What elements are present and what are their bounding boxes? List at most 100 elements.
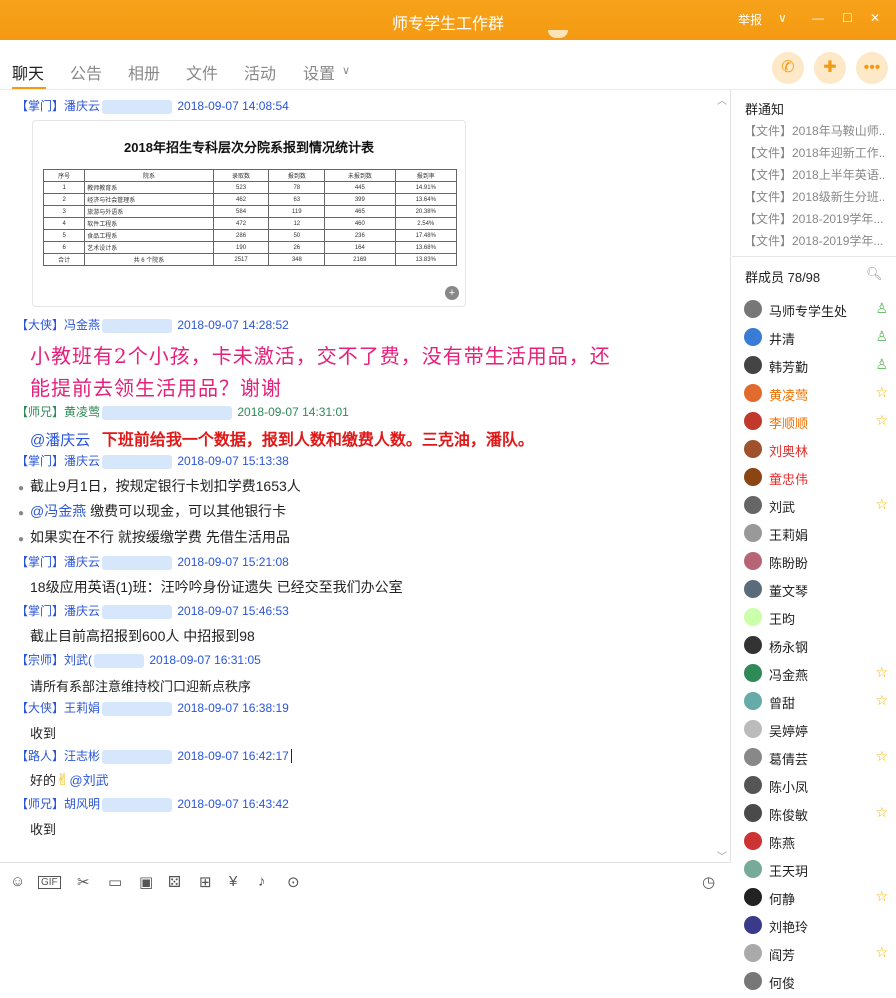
tab-announcement[interactable]: 公告 (70, 60, 102, 84)
member-item[interactable]: 王天玥 (744, 858, 892, 886)
avatar[interactable] (744, 888, 762, 906)
red-packet-icon[interactable]: ¥ (229, 873, 237, 890)
chat-area[interactable]: ︿ 【掌门】潘庆云 2018-09-07 14:08:54 2018年招生专科层… (0, 90, 731, 862)
more-icon[interactable]: ••• (856, 52, 888, 84)
avatar[interactable] (744, 440, 762, 458)
avatar[interactable] (744, 496, 762, 514)
zoom-icon[interactable]: + (445, 286, 459, 300)
avatar[interactable] (744, 524, 762, 542)
scissors-icon[interactable]: ✂ (77, 873, 90, 891)
more-options-icon[interactable]: ⊙ (287, 873, 300, 891)
avatar[interactable] (744, 916, 762, 934)
gift-icon[interactable]: ⊞ (199, 873, 212, 891)
member-item[interactable]: 刘武 ☆ (744, 494, 892, 522)
sender-name[interactable]: 王莉娟 (64, 701, 100, 715)
avatar[interactable] (744, 692, 762, 710)
avatar[interactable] (744, 972, 762, 990)
member-item[interactable]: 陈俊敏 ☆ (744, 802, 892, 830)
sender-name[interactable]: 冯金燕 (64, 318, 100, 332)
member-item[interactable]: 马师专学生处 ♙ (744, 298, 892, 326)
gif-icon[interactable]: GIF (38, 876, 61, 889)
member-item[interactable]: 李顺顺 ☆ (744, 410, 892, 438)
member-item[interactable]: 陈燕 (744, 830, 892, 858)
notice-item[interactable]: 【文件】2018年迎新工作... (744, 144, 884, 161)
avatar[interactable] (744, 748, 762, 766)
phone-icon[interactable]: ✆ (772, 52, 804, 84)
bell-icon[interactable]: ♪ (258, 873, 266, 890)
avatar[interactable] (744, 580, 762, 598)
member-item[interactable]: 葛倩芸 ☆ (744, 746, 892, 774)
notice-item[interactable]: 【文件】2018年马鞍山师... (744, 122, 884, 139)
member-item[interactable]: 陈盼盼 (744, 550, 892, 578)
member-item[interactable]: 王昀 (744, 606, 892, 634)
search-icon[interactable]: 🔍︎ (866, 266, 883, 282)
member-item[interactable]: 童忠伟 (744, 466, 892, 494)
notice-item[interactable]: 【文件】2018-2019学年... (744, 232, 884, 249)
avatar[interactable] (744, 832, 762, 850)
tab-chat[interactable]: 聊天 (12, 60, 44, 84)
report-button[interactable]: 举报 (738, 11, 762, 28)
history-clock-icon[interactable]: ◷ (702, 873, 715, 891)
member-item[interactable]: 何俊 (744, 970, 892, 998)
mention-link[interactable]: @冯金燕 (30, 503, 86, 519)
notice-item[interactable]: 【文件】2018级新生分班... (744, 188, 884, 205)
sender-name[interactable]: 刘武( (64, 653, 92, 667)
emoji-icon[interactable]: ☺ (10, 873, 25, 890)
avatar[interactable] (744, 384, 762, 402)
add-chat-icon[interactable]: ✚ (814, 52, 846, 84)
notice-item[interactable]: 【文件】2018-2019学年... (744, 210, 884, 227)
sender-name[interactable]: 汪志彬 (64, 749, 100, 763)
avatar[interactable] (744, 664, 762, 682)
sender-name[interactable]: 潘庆云 (64, 454, 100, 468)
scroll-down-icon[interactable]: ﹀ (717, 848, 727, 862)
avatar[interactable] (744, 328, 762, 346)
member-item[interactable]: 刘艳玲 (744, 914, 892, 942)
folder-icon[interactable]: ▭ (108, 873, 122, 891)
mention-link[interactable]: @刘武 (69, 773, 108, 788)
avatar[interactable] (744, 608, 762, 626)
avatar[interactable] (744, 300, 762, 318)
member-item[interactable]: 刘奥林 (744, 438, 892, 466)
sender-name[interactable]: 潘庆云 (64, 555, 100, 569)
member-item[interactable]: 井清 ♙ (744, 326, 892, 354)
member-item[interactable]: 韩芳勤 ♙ (744, 354, 892, 382)
member-item[interactable]: 冯金燕 ☆ (744, 662, 892, 690)
member-item[interactable]: 何静 ☆ (744, 886, 892, 914)
scroll-up-icon[interactable]: ︿ (717, 92, 727, 107)
avatar[interactable] (744, 636, 762, 654)
avatar[interactable] (744, 860, 762, 878)
chevron-down-icon[interactable]: ∨ (342, 64, 350, 77)
gamepad-icon[interactable]: ⚄ (168, 873, 181, 891)
member-item[interactable]: 阎芳 ☆ (744, 942, 892, 970)
member-item[interactable]: 曾甜 ☆ (744, 690, 892, 718)
sender-name[interactable]: 胡风明 (64, 797, 100, 811)
tab-settings[interactable]: 设置 (303, 60, 335, 84)
avatar[interactable] (744, 776, 762, 794)
mention-link[interactable]: @潘庆云 (30, 432, 90, 449)
avatar[interactable] (744, 356, 762, 374)
tab-album[interactable]: 相册 (128, 60, 160, 84)
member-item[interactable]: 黄凌莺 ☆ (744, 382, 892, 410)
avatar[interactable] (744, 804, 762, 822)
avatar[interactable] (744, 944, 762, 962)
sender-name[interactable]: 潘庆云 (64, 604, 100, 618)
chevron-down-icon[interactable]: ∨ (778, 11, 787, 25)
member-item[interactable]: 吴婷婷 (744, 718, 892, 746)
tab-files[interactable]: 文件 (186, 60, 218, 84)
notice-item[interactable]: 【文件】2018上半年英语... (744, 166, 884, 183)
sender-name[interactable]: 潘庆云 (64, 99, 100, 113)
member-item[interactable]: 王莉娟 (744, 522, 892, 550)
image-icon[interactable]: ▣ (139, 873, 153, 891)
avatar[interactable] (744, 412, 762, 430)
member-item[interactable]: 董文琴 (744, 578, 892, 606)
sender-name[interactable]: 黄凌莺 (64, 405, 100, 419)
close-icon[interactable]: ✕ (870, 11, 880, 25)
avatar[interactable] (744, 468, 762, 486)
avatar[interactable] (744, 720, 762, 738)
message-input[interactable] (0, 900, 731, 983)
tab-activity[interactable]: 活动 (244, 60, 276, 84)
member-item[interactable]: 杨永钢 (744, 634, 892, 662)
maximize-icon[interactable]: ☐ (842, 11, 853, 25)
member-item[interactable]: 陈小凤 (744, 774, 892, 802)
avatar[interactable] (744, 552, 762, 570)
